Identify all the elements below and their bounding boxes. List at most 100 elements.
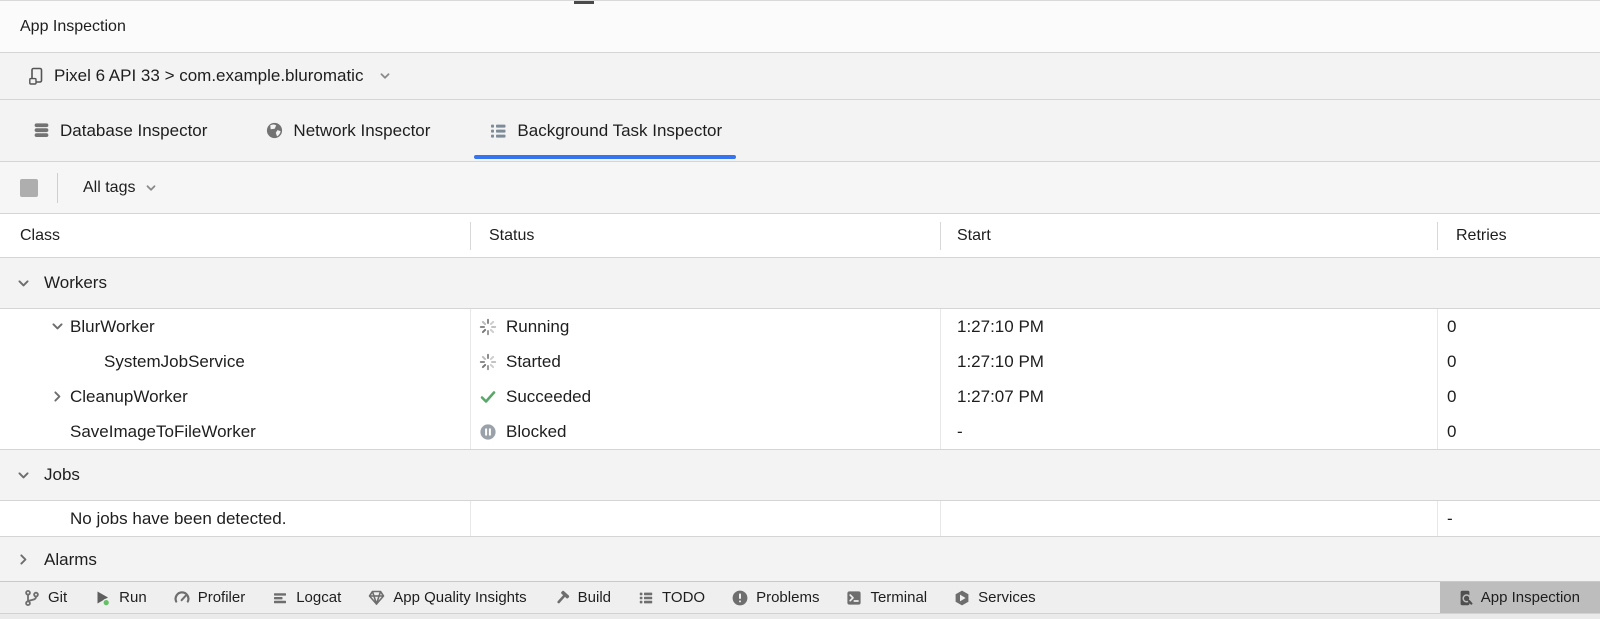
panel-title: App Inspection xyxy=(20,18,126,36)
database-icon xyxy=(32,121,51,140)
column-header-retries[interactable]: Retries xyxy=(1437,222,1600,250)
chevron-right-icon[interactable] xyxy=(16,552,31,567)
todo-list-icon xyxy=(637,589,655,607)
hammer-icon xyxy=(553,589,571,607)
statusbar-item-label: Services xyxy=(978,589,1036,606)
worker-status: Blocked xyxy=(506,422,566,442)
statusbar-item-build[interactable]: Build xyxy=(540,582,624,613)
statusbar-item-git[interactable]: Git xyxy=(10,582,80,613)
statusbar-item-app-quality-insights[interactable]: App Quality Insights xyxy=(354,582,539,613)
worker-retries: - xyxy=(1437,501,1600,536)
table-row[interactable]: BlurWorker Running 1:27:10 PM 0 xyxy=(0,309,1600,344)
chevron-down-icon[interactable] xyxy=(46,319,68,334)
top-divider-tick xyxy=(574,1,594,4)
column-header-status[interactable]: Status xyxy=(470,222,940,250)
chevron-down-icon xyxy=(378,69,392,83)
window-bottom-edge xyxy=(0,613,1600,619)
statusbar-item-services[interactable]: Services xyxy=(940,582,1049,613)
run-icon xyxy=(93,588,112,607)
inspector-tabs: Database Inspector Network Inspector Bac… xyxy=(0,100,1600,162)
worker-start-time: 1:27:10 PM xyxy=(940,309,1437,344)
section-label: Workers xyxy=(44,273,107,293)
app-inspection-icon xyxy=(1456,589,1474,607)
statusbar-item-problems[interactable]: Problems xyxy=(718,582,832,613)
statusbar-item-terminal[interactable]: Terminal xyxy=(832,582,940,613)
globe-icon xyxy=(265,121,284,140)
statusbar-item-label: TODO xyxy=(662,589,705,606)
section-row-workers[interactable]: Workers xyxy=(0,257,1600,309)
table-row: No jobs have been detected. - xyxy=(0,501,1600,536)
statusbar-item-label: App Inspection xyxy=(1481,589,1580,606)
chevron-down-icon xyxy=(144,181,158,195)
statusbar-item-run[interactable]: Run xyxy=(80,582,160,613)
logcat-icon xyxy=(271,589,289,607)
tab-label: Network Inspector xyxy=(293,121,430,141)
statusbar-item-app-inspection[interactable]: App Inspection xyxy=(1440,582,1600,613)
worker-status: Started xyxy=(506,352,561,372)
statusbar-item-label: Problems xyxy=(756,589,819,606)
statusbar-item-todo[interactable]: TODO xyxy=(624,582,718,613)
tab-label: Background Task Inspector xyxy=(517,121,722,141)
status-bar: Git Run Profiler Logcat App Quality Insi… xyxy=(0,581,1600,613)
gem-icon xyxy=(367,588,386,607)
worker-retries: 0 xyxy=(1437,309,1600,344)
table-row[interactable]: SaveImageToFileWorker Blocked - 0 xyxy=(0,414,1600,449)
statusbar-item-label: Build xyxy=(578,589,611,606)
worker-start-time: - xyxy=(940,414,1437,449)
table-row[interactable]: SystemJobService Started 1:27:10 PM 0 xyxy=(0,344,1600,379)
chevron-down-icon[interactable] xyxy=(16,468,31,483)
success-icon xyxy=(479,388,497,406)
device-selector[interactable]: Pixel 6 API 33 > com.example.bluromatic xyxy=(0,53,1600,100)
section-row-jobs[interactable]: Jobs xyxy=(0,449,1600,501)
app-inspection-tool-window: App Inspection Pixel 6 API 33 > com.exam… xyxy=(0,0,1600,619)
device-icon xyxy=(27,66,47,86)
statusbar-item-profiler[interactable]: Profiler xyxy=(160,582,259,613)
statusbar-item-label: Run xyxy=(119,589,147,606)
worker-class: BlurWorker xyxy=(68,317,155,337)
table-row[interactable]: CleanupWorker Succeeded 1:27:07 PM 0 xyxy=(0,379,1600,414)
tag-color-swatch-icon xyxy=(20,179,38,197)
statusbar-item-logcat[interactable]: Logcat xyxy=(258,582,354,613)
statusbar-item-label: Terminal xyxy=(870,589,927,606)
services-icon xyxy=(953,589,971,607)
worker-class: SystemJobService xyxy=(102,352,245,372)
tab-label: Database Inspector xyxy=(60,121,207,141)
blocked-icon xyxy=(479,423,497,441)
tab-network-inspector[interactable]: Network Inspector xyxy=(251,100,444,161)
tab-database-inspector[interactable]: Database Inspector xyxy=(18,100,221,161)
table-header: Class Status Start Retries xyxy=(0,214,1600,257)
worker-retries: 0 xyxy=(1437,344,1600,379)
section-row-alarms[interactable]: Alarms xyxy=(0,536,1600,582)
task-list-icon xyxy=(488,121,508,141)
empty-state-message: No jobs have been detected. xyxy=(68,509,286,529)
statusbar-item-label: App Quality Insights xyxy=(393,589,526,606)
git-branch-icon xyxy=(23,589,41,607)
spinner-icon xyxy=(479,318,497,336)
worker-status: Succeeded xyxy=(506,387,591,407)
section-label: Jobs xyxy=(44,465,80,485)
active-tab-underline xyxy=(474,155,736,159)
all-tags-label: All tags xyxy=(83,179,135,197)
column-header-class[interactable]: Class xyxy=(0,222,470,250)
all-tags-dropdown[interactable]: All tags xyxy=(83,179,158,197)
profiler-gauge-icon xyxy=(173,589,191,607)
chevron-right-icon[interactable] xyxy=(46,389,68,404)
section-label: Alarms xyxy=(44,550,97,570)
toolbar-separator xyxy=(57,173,58,203)
spinner-icon xyxy=(479,353,497,371)
statusbar-item-label: Profiler xyxy=(198,589,246,606)
worker-retries: 0 xyxy=(1437,379,1600,414)
panel-header: App Inspection xyxy=(0,1,1600,53)
filter-toolbar: All tags xyxy=(0,162,1600,214)
chevron-down-icon[interactable] xyxy=(16,276,31,291)
worker-status: Running xyxy=(506,317,569,337)
worker-class: CleanupWorker xyxy=(68,387,188,407)
worker-class: SaveImageToFileWorker xyxy=(68,422,256,442)
worker-start-time: 1:27:10 PM xyxy=(940,344,1437,379)
column-header-start[interactable]: Start xyxy=(940,222,1437,250)
problems-icon xyxy=(731,589,749,607)
statusbar-item-label: Logcat xyxy=(296,589,341,606)
statusbar-item-label: Git xyxy=(48,589,67,606)
worker-start-time: 1:27:07 PM xyxy=(940,379,1437,414)
tab-background-task-inspector[interactable]: Background Task Inspector xyxy=(474,100,736,161)
